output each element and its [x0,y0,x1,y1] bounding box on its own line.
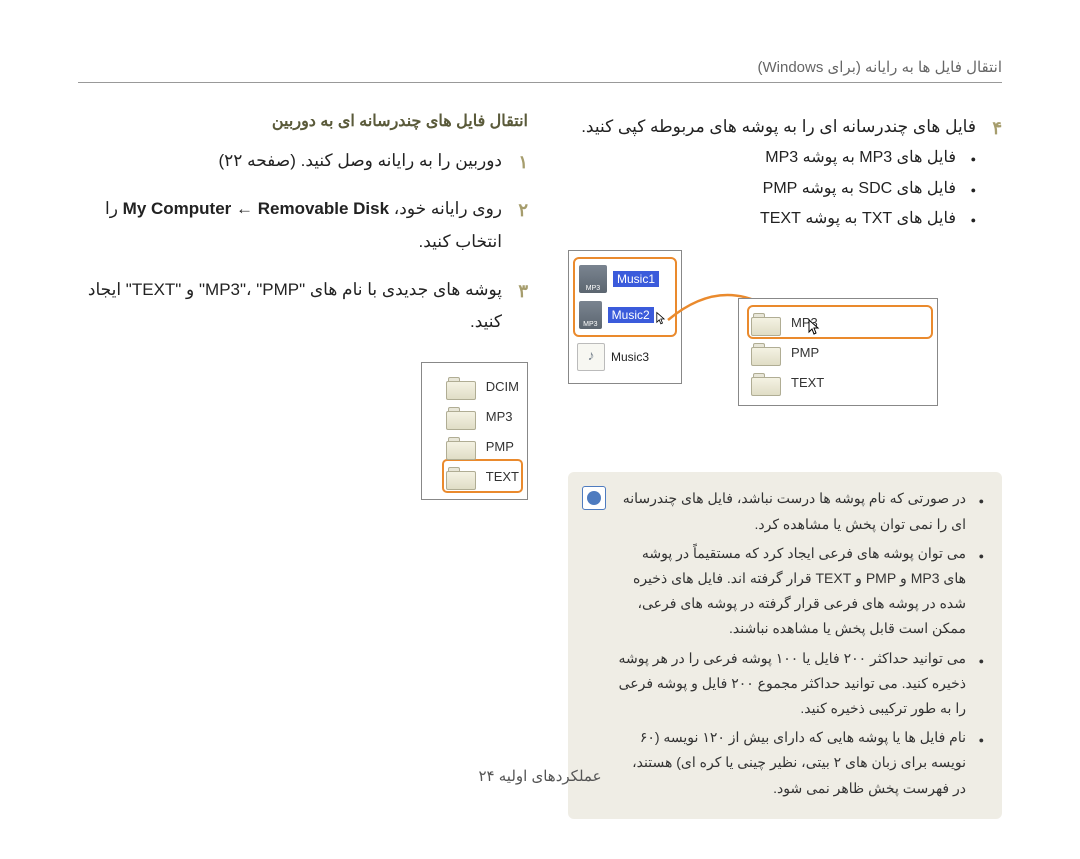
music-file-icon [577,343,605,371]
step-number-3: ۳ [518,274,528,308]
dest-explorer: MP3 PMP TEXT [738,298,938,406]
step-4-text: فایل های چندرسانه ای را به پوشه های مربو… [581,117,976,136]
note-1: در صورتی که نام پوشه ها درست نباشد، فایل… [618,486,984,536]
folder-icon [446,404,476,428]
folder-text-highlighted: TEXT [444,461,521,491]
step-2-text-pre: روی رایانه خود، [389,199,502,218]
folder-mp3: MP3 [444,401,521,431]
cursor-icon [808,319,822,337]
step-1-text: دوربین را به رایانه وصل کنید. (صفحه ۲۲) [218,151,502,170]
folder-dcim: DCIM [444,371,521,401]
page-header: انتقال فایل ها به رایانه (برای Windows) [78,58,1002,83]
folder-icon [446,434,476,458]
music3-item: Music3 [575,339,675,375]
step-2: ۲ روی رایانه خود، My Computer ← Removabl… [78,193,528,258]
subheading-transfer-to-camera: انتقال فایل های چندرسانه ای به دوربین [78,111,528,131]
drag-drop-illustration: Music1 Music2 Music3 [568,250,1002,460]
music2-selected: Music2 [577,297,673,333]
step-number-1: ۱ [518,145,528,179]
note-3: می توانید حداکثر ۲۰۰ فایل یا ۱۰۰ پوشه فر… [618,646,984,722]
step-4: ۴ فایل های چندرسانه ای را به پوشه های مر… [568,111,1002,143]
sub-mp3: فایل های MP3 به پوشه MP3 [568,143,976,173]
folder-icon [751,340,781,364]
step-1: ۱ دوربین را به رایانه وصل کنید. (صفحه ۲۲… [78,145,528,177]
folder-pmp: PMP [444,431,521,461]
sub-sdc: فایل های SDC به پوشه PMP [568,174,976,204]
folder-icon [446,374,476,398]
note-4: نام فایل ها یا پوشه هایی که دارای بیش از… [618,725,984,801]
camera-folders-box: DCIM MP3 PMP TEXT [421,362,528,500]
source-explorer: Music1 Music2 Music3 [568,250,682,384]
folder-icon [446,464,476,488]
mp3-file-icon [579,301,602,329]
step-number-4: ۴ [992,111,1002,145]
page-footer: عملکردهای اولیه ۲۴ [0,767,1080,785]
dest-text: TEXT [749,367,931,397]
sub-txt: فایل های TXT به پوشه TEXT [568,204,976,234]
note-badge-icon [582,486,606,510]
dest-pmp: PMP [749,337,931,367]
note-2: می توان پوشه های فرعی ایجاد کرد که مستقی… [618,541,984,642]
mp3-file-icon [579,265,607,293]
step-3-text: پوشه های جدیدی با نام های "MP3"، "PMP" و… [88,280,502,331]
folder-icon [751,370,781,394]
step-3: ۳ پوشه های جدیدی با نام های "MP3"، "PMP"… [78,274,528,339]
cursor-icon [656,310,667,328]
dest-mp3-highlighted: MP3 [749,307,931,337]
folder-icon [751,310,781,334]
step-number-2: ۲ [518,193,528,227]
music1-selected: Music1 [577,261,673,297]
step-2-path: My Computer ← Removable Disk [123,199,389,218]
